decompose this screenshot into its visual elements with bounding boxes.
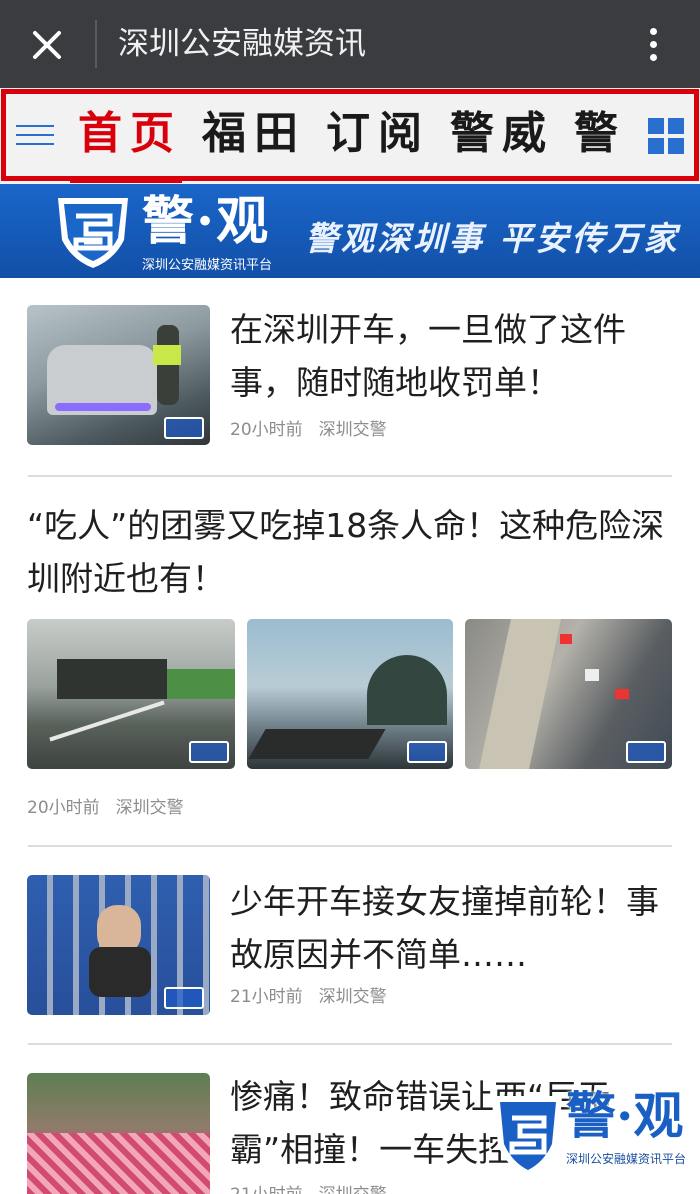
article-meta: 20小时前 深圳交警 <box>27 797 200 819</box>
brand-logo-text: 警·观 <box>142 191 271 252</box>
article-time: 20小时前 <box>230 420 303 440</box>
watermark-icon <box>164 987 204 1009</box>
watermark-icon <box>626 741 666 763</box>
article-title[interactable]: 少年开车接女友撞掉前轮！事故原因并不简单…… <box>230 875 675 985</box>
article-meta: 21小时前 深圳交警 <box>230 1184 403 1194</box>
article-thumbnail[interactable] <box>247 619 453 769</box>
divider <box>28 845 672 847</box>
article-title[interactable]: “吃人”的团雾又吃掉18条人命！这种危险深圳附近也有！ <box>27 499 677 609</box>
watermark-text: 警·观 <box>566 1086 684 1145</box>
tab-jingwei[interactable]: 警威 <box>450 104 554 164</box>
brand-subtitle: 深圳公安融媒资讯平台 <box>142 258 273 273</box>
watermark-icon <box>189 741 229 763</box>
active-tab-indicator <box>70 177 182 183</box>
more-vertical-icon[interactable] <box>640 20 670 70</box>
article-thumbnail[interactable] <box>465 619 672 769</box>
shield-logo-icon <box>494 1096 562 1178</box>
article-title[interactable]: 在深圳开车，一旦做了这件事，随时随地收罚单！ <box>230 303 675 413</box>
article-time: 20小时前 <box>27 798 100 818</box>
grid-icon[interactable] <box>648 118 684 154</box>
brand-slogan: 警观深圳事 平安传万家 <box>305 219 680 258</box>
article-meta: 20小时前 深圳交警 <box>230 419 403 441</box>
article-source: 深圳交警 <box>318 420 387 440</box>
tab-partial[interactable]: 警 <box>574 104 626 164</box>
article-time: 21小时前 <box>230 1185 303 1194</box>
tab-futian[interactable]: 福田 <box>202 104 306 164</box>
floating-watermark: 警·观 深圳公安融媒资讯平台 <box>490 1080 700 1194</box>
watermark-icon <box>164 417 204 439</box>
article-source: 深圳交警 <box>319 1185 387 1194</box>
article-thumbnail[interactable] <box>27 619 235 769</box>
hamburger-icon[interactable] <box>16 125 56 147</box>
top-bar: 深圳公安融媒资讯 <box>0 0 700 88</box>
article-meta: 21小时前深圳交警 <box>230 986 403 1008</box>
close-icon[interactable] <box>22 20 72 70</box>
channel-tabs: 首页 福田 订阅 警威警 <box>78 104 638 170</box>
article-source: 深圳交警 <box>115 798 184 818</box>
tab-subscribe[interactable]: 订阅 <box>326 104 430 164</box>
divider <box>28 1043 672 1045</box>
shield-logo-icon <box>58 198 128 268</box>
article-thumbnail[interactable] <box>27 875 210 1015</box>
article-source: 深圳交警 <box>318 987 387 1007</box>
divider <box>95 20 97 68</box>
article-time: 21小时前 <box>230 987 303 1007</box>
watermark-subtitle: 深圳公安融媒资讯平台 <box>566 1152 687 1166</box>
article-thumbnail[interactable] <box>27 305 210 445</box>
divider <box>28 475 672 477</box>
article-thumbnail[interactable] <box>27 1073 210 1194</box>
tab-home[interactable]: 首页 <box>78 104 182 164</box>
watermark-icon <box>407 741 447 763</box>
page-title: 深圳公安融媒资讯 <box>118 26 366 62</box>
